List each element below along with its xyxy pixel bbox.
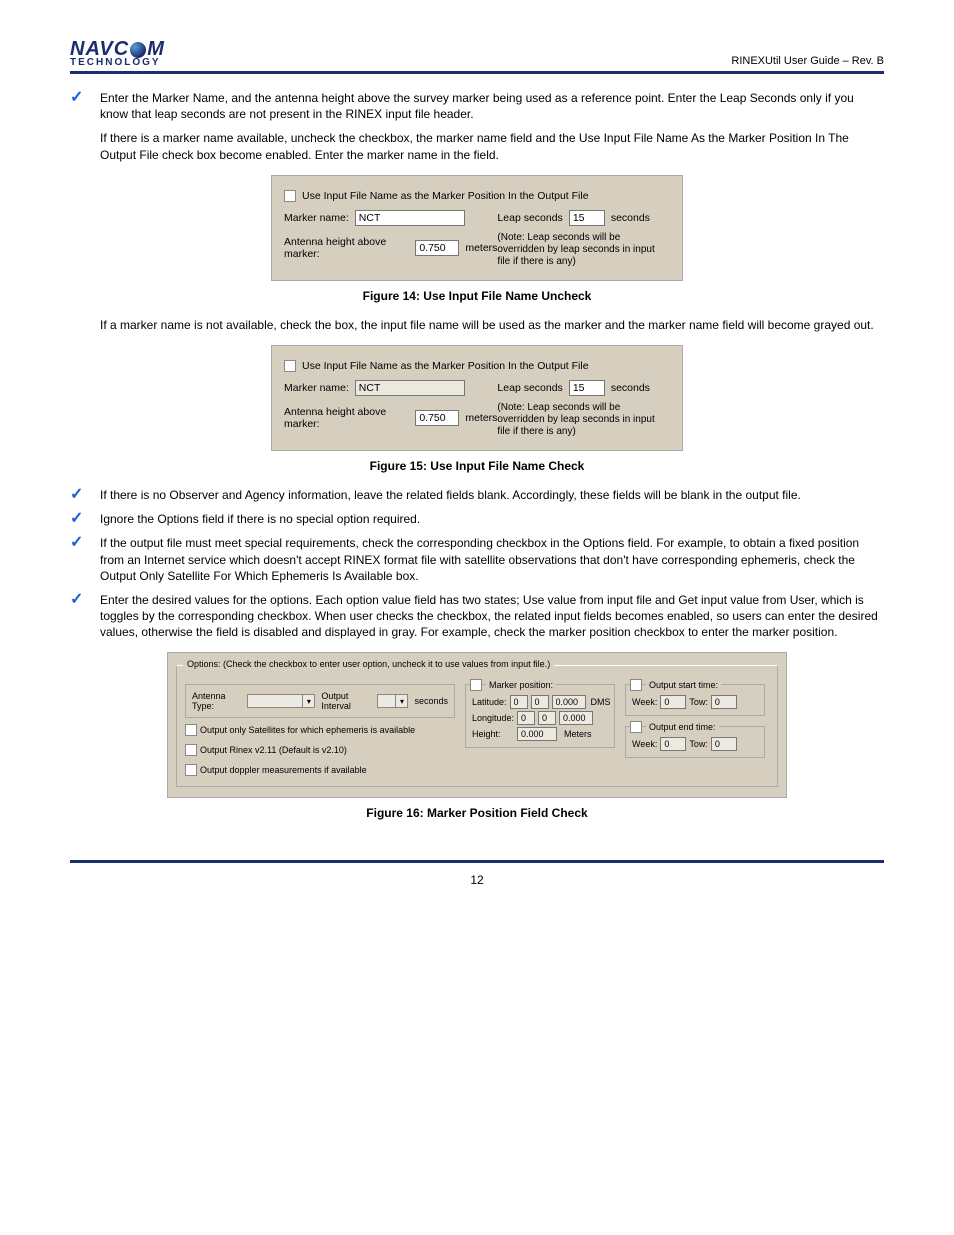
opt-label: Output only Satellites for which ephemer… — [200, 725, 415, 735]
item-text: Enter the Marker Name, and the antenna h… — [100, 90, 884, 122]
antenna-height-label: Antenna height above marker: — [284, 236, 409, 260]
lon-min-input[interactable] — [538, 711, 556, 725]
seconds-label: seconds — [611, 382, 650, 394]
paragraph: If there is a marker name available, unc… — [100, 130, 884, 162]
check-icon: ✓ — [70, 487, 86, 503]
height-label: Height: — [472, 729, 514, 739]
header-rule — [70, 71, 884, 74]
seconds-label: seconds — [611, 212, 650, 224]
figure-caption: Figure 15: Use Input File Name Check — [70, 459, 884, 473]
marker-name-label: Marker name: — [284, 212, 349, 224]
marker-position-label: Marker position: — [486, 680, 556, 690]
end-week-input[interactable] — [660, 737, 686, 751]
start-week-input[interactable] — [660, 695, 686, 709]
week-label: Week: — [632, 697, 657, 707]
output-interval-dropdown[interactable]: ▾ — [377, 694, 408, 708]
list-item: ✓ Enter the Marker Name, and the antenna… — [70, 90, 884, 122]
dms-label: DMS — [591, 697, 611, 707]
leap-note: (Note: Leap seconds will be overridden b… — [497, 232, 670, 268]
item-text: If there is no Observer and Agency infor… — [100, 487, 884, 503]
figure-panel-15: Use Input File Name as the Marker Positi… — [271, 345, 683, 451]
options-legend: Options: (Check the checkbox to enter us… — [183, 659, 554, 669]
antenna-type-dropdown[interactable]: ▾ — [247, 694, 315, 708]
output-start-checkbox[interactable] — [630, 679, 642, 691]
output-start-label: Output start time: — [646, 680, 721, 690]
height-input[interactable] — [517, 727, 557, 741]
lon-sec-input[interactable] — [559, 711, 593, 725]
opt-doppler-checkbox[interactable] — [185, 764, 197, 776]
start-tow-input[interactable] — [711, 695, 737, 709]
logo-text-left: NAVC — [70, 40, 129, 58]
antenna-type-label: Antenna Type: — [192, 691, 241, 711]
item-text: Ignore the Options field if there is no … — [100, 511, 884, 527]
opt-rinex211-checkbox[interactable] — [185, 744, 197, 756]
leap-note: (Note: Leap seconds will be overridden b… — [497, 402, 670, 438]
opt-ephemeris-checkbox[interactable] — [185, 724, 197, 736]
figure-panel-16: Options: (Check the checkbox to enter us… — [167, 652, 787, 798]
check-icon: ✓ — [70, 90, 86, 122]
list-item: ✓ If the output file must meet special r… — [70, 535, 884, 584]
leap-seconds-input[interactable] — [569, 380, 605, 396]
globe-icon — [130, 42, 146, 58]
leap-seconds-label: Leap seconds — [497, 212, 562, 224]
paragraph: If a marker name is not available, check… — [100, 317, 884, 333]
item-text: Enter the desired values for the options… — [100, 592, 884, 641]
check-icon: ✓ — [70, 511, 86, 527]
meters-label: Meters — [564, 729, 592, 739]
tow-label: Tow: — [689, 697, 708, 707]
lat-min-input[interactable] — [531, 695, 549, 709]
logo-subtext: TECHNOLOGY — [70, 58, 161, 67]
opt-label: Output Rinex v2.11 (Default is v2.10) — [200, 745, 347, 755]
chevron-down-icon: ▾ — [302, 695, 314, 707]
list-item: ✓ If there is no Observer and Agency inf… — [70, 487, 884, 503]
end-tow-input[interactable] — [711, 737, 737, 751]
check-icon: ✓ — [70, 592, 86, 641]
week-label: Week: — [632, 739, 657, 749]
marker-name-input-disabled — [355, 380, 465, 396]
antenna-height-label: Antenna height above marker: — [284, 406, 409, 430]
output-end-label: Output end time: — [646, 722, 719, 732]
marker-name-label: Marker name: — [284, 382, 349, 394]
antenna-height-input[interactable] — [415, 240, 459, 256]
page-number: 12 — [70, 873, 884, 887]
lat-sec-input[interactable] — [552, 695, 586, 709]
list-item: ✓ Enter the desired values for the optio… — [70, 592, 884, 641]
item-text: If the output file must meet special req… — [100, 535, 884, 584]
figure-caption: Figure 16: Marker Position Field Check — [70, 806, 884, 820]
marker-position-checkbox[interactable] — [470, 679, 482, 691]
leap-seconds-input[interactable] — [569, 210, 605, 226]
seconds-label: seconds — [414, 696, 448, 706]
antenna-height-input[interactable] — [415, 410, 459, 426]
figure-caption: Figure 14: Use Input File Name Uncheck — [70, 289, 884, 303]
output-end-checkbox[interactable] — [630, 721, 642, 733]
checkbox-label: Use Input File Name as the Marker Positi… — [302, 360, 589, 372]
logo: NAVC M TECHNOLOGY — [70, 40, 165, 67]
lat-deg-input[interactable] — [510, 695, 528, 709]
doc-title: RINEXUtil User Guide – Rev. B — [731, 55, 884, 67]
longitude-label: Longitude: — [472, 713, 514, 723]
tow-label: Tow: — [689, 739, 708, 749]
latitude-label: Latitude: — [472, 697, 507, 707]
lon-deg-input[interactable] — [517, 711, 535, 725]
chevron-down-icon: ▾ — [395, 695, 407, 707]
figure-panel-14: Use Input File Name as the Marker Positi… — [271, 175, 683, 281]
use-input-filename-checkbox[interactable] — [284, 360, 296, 372]
output-interval-label: Output Interval — [321, 691, 371, 711]
logo-text-right: M — [147, 40, 165, 58]
meters-label: meters — [465, 412, 497, 424]
leap-seconds-label: Leap seconds — [497, 382, 562, 394]
meters-label: meters — [465, 242, 497, 254]
check-icon: ✓ — [70, 535, 86, 584]
checkbox-label: Use Input File Name as the Marker Positi… — [302, 190, 589, 202]
use-input-filename-checkbox[interactable] — [284, 190, 296, 202]
marker-name-input[interactable] — [355, 210, 465, 226]
list-item: ✓ Ignore the Options field if there is n… — [70, 511, 884, 527]
footer-rule — [70, 860, 884, 863]
opt-label: Output doppler measurements if available — [200, 765, 367, 775]
